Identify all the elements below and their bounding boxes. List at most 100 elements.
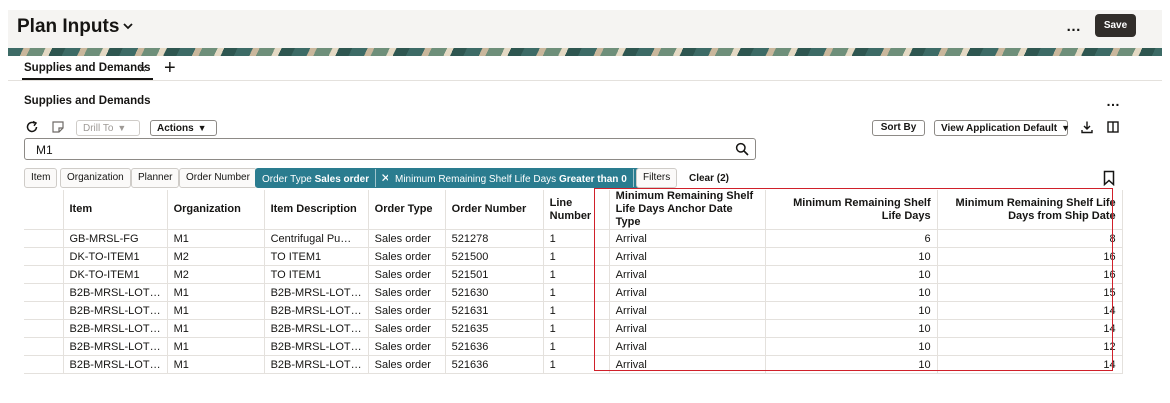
table-row[interactable]: DK-TO-ITEM1 M2 TO ITEM1 Sales order 521500 1 A… xyxy=(24,247,1123,266)
tab-divider xyxy=(8,80,1162,81)
filter-chip-order-type[interactable]: Order Type Sales order ✕ xyxy=(255,168,397,188)
table-cell: 521278 xyxy=(445,229,544,248)
table-cell: Sales order xyxy=(368,319,446,338)
row-selector[interactable] xyxy=(24,265,64,284)
clear-filters-link[interactable]: Clear (2) xyxy=(689,173,729,184)
filter-chip-label: Order Type xyxy=(262,174,312,185)
table-row[interactable]: DK-TO-ITEM1 M2 TO ITEM1 Sales order 521501 1 A… xyxy=(24,265,1123,284)
chevron-down-icon: ▼ xyxy=(197,123,207,133)
column-header[interactable]: Order Number xyxy=(445,190,544,230)
table-cell: B2B-MRSL-LOT… xyxy=(264,337,369,356)
save-button[interactable]: Save xyxy=(1095,14,1136,37)
table-cell: 521500 xyxy=(445,247,544,266)
filter-chip-planner[interactable]: Planner xyxy=(131,168,180,188)
sort-by-button[interactable]: Sort By xyxy=(872,120,925,136)
row-selector[interactable] xyxy=(24,247,64,266)
table-cell: Arrival xyxy=(609,265,766,284)
table-cell: 521630 xyxy=(445,283,544,302)
table-cell: GB-MRSL-FG xyxy=(63,229,168,248)
filter-chip-item[interactable]: Item xyxy=(24,168,58,188)
decorative-banner xyxy=(8,48,1162,56)
drill-to-button[interactable]: Drill To ▼ xyxy=(76,120,140,136)
table-cell: 521635 xyxy=(445,319,544,338)
table-cell: Arrival xyxy=(609,319,766,338)
table-row[interactable]: B2B-MRSL-LOT… M1 B2B-MRSL-LOT… Sales order 5… xyxy=(24,355,1123,374)
table-cell: 15 xyxy=(937,283,1123,302)
table-cell: 1 xyxy=(543,283,610,302)
table-cell: 1 xyxy=(543,301,610,320)
table-cell: M1 xyxy=(167,355,265,374)
table-row[interactable]: B2B-MRSL-LOT… M1 B2B-MRSL-LOT… Sales order 5… xyxy=(24,337,1123,356)
column-header[interactable]: Organization xyxy=(167,190,265,230)
note-icon[interactable] xyxy=(51,120,65,134)
table-cell: 10 xyxy=(765,283,938,302)
filter-chip-order-number[interactable]: Order Number xyxy=(179,168,257,188)
page-title: Plan Inputs xyxy=(17,16,120,37)
row-selector[interactable] xyxy=(24,301,64,320)
row-selector[interactable] xyxy=(24,229,64,248)
view-select[interactable]: View Application Default ▼ xyxy=(934,120,1070,136)
filter-chip-value: Greater than 0 xyxy=(558,174,627,185)
column-header[interactable]: Minimum Remaining Shelf Life Days from S… xyxy=(937,190,1123,230)
column-header[interactable]: Item Description xyxy=(264,190,369,230)
filter-chip-organization[interactable]: Organization xyxy=(60,168,131,188)
more-actions-icon[interactable]: … xyxy=(1066,18,1082,35)
view-label: View Application Default xyxy=(941,123,1058,134)
table-cell: B2B-MRSL-LOT… xyxy=(63,319,168,338)
actions-button[interactable]: Actions ▼ xyxy=(150,120,217,136)
table-cell: 1 xyxy=(543,337,610,356)
table-cell: Arrival xyxy=(609,247,766,266)
table-cell: 1 xyxy=(543,355,610,374)
tab-supplies-and-demands[interactable]: Supplies and Demands xyxy=(24,62,151,74)
filter-chip-min-remaining-shelf-life[interactable]: Minimum Remaining Shelf Life Days Greate… xyxy=(388,168,654,188)
table-cell: B2B-MRSL-LOT… xyxy=(63,301,168,320)
row-selector[interactable] xyxy=(24,337,64,356)
bookmark-icon[interactable] xyxy=(1102,170,1116,186)
filter-chip-label: Minimum Remaining Shelf Life Days xyxy=(395,174,557,185)
table-cell: Sales order xyxy=(368,229,446,248)
section-more-icon[interactable]: … xyxy=(1106,93,1121,109)
chevron-down-icon[interactable] xyxy=(121,19,135,33)
table-cell: 10 xyxy=(765,265,938,284)
table-row[interactable]: GB-MRSL-FG M1 Centrifugal Pu… Sales order 52… xyxy=(24,229,1123,248)
add-tab-icon[interactable]: + xyxy=(164,57,176,80)
chevron-down-icon: ▼ xyxy=(117,123,127,133)
table-cell: 10 xyxy=(765,247,938,266)
search-input[interactable]: M1 xyxy=(24,138,756,160)
table-cell: 1 xyxy=(543,265,610,284)
table-cell: 521636 xyxy=(445,355,544,374)
actions-label: Actions xyxy=(157,123,194,134)
table-cell: 16 xyxy=(937,247,1123,266)
table-cell: 6 xyxy=(765,229,938,248)
table-row[interactable]: B2B-MRSL-LOT… M1 B2B-MRSL-LOT… Sales order 5… xyxy=(24,301,1123,320)
column-header[interactable]: Minimum Remaining Shelf Life Days xyxy=(765,190,938,230)
row-selector[interactable] xyxy=(24,355,64,374)
column-header[interactable]: Item xyxy=(63,190,168,230)
table-header-row: Item Organization Item Description Order… xyxy=(24,190,1123,230)
column-header[interactable]: Order Type xyxy=(368,190,446,230)
row-selector[interactable] xyxy=(24,283,64,302)
row-selector[interactable] xyxy=(24,319,64,338)
table-cell: M1 xyxy=(167,319,265,338)
table-cell: 521501 xyxy=(445,265,544,284)
filters-button[interactable]: Filters xyxy=(636,168,678,188)
close-tab-icon[interactable]: × xyxy=(139,62,146,76)
table-cell: TO ITEM1 xyxy=(264,265,369,284)
filter-chip-value: Sales order xyxy=(314,174,370,185)
table-row[interactable]: B2B-MRSL-LOT… M1 B2B-MRSL-LOT… Sales order 5… xyxy=(24,319,1123,338)
column-header[interactable]: Line Number xyxy=(543,190,610,230)
search-value: M1 xyxy=(36,143,53,157)
refresh-icon[interactable] xyxy=(25,120,39,134)
search-icon[interactable] xyxy=(735,142,749,156)
table-cell: M1 xyxy=(167,301,265,320)
table-cell: DK-TO-ITEM1 xyxy=(63,265,168,284)
table-cell: DK-TO-ITEM1 xyxy=(63,247,168,266)
table-cell: 10 xyxy=(765,319,938,338)
table-cell: 1 xyxy=(543,229,610,248)
column-header[interactable]: Minimum Remaining Shelf Life Days Anchor… xyxy=(609,190,766,230)
table-row[interactable]: B2B-MRSL-LOT… M1 B2B-MRSL-LOT… Sales order 5… xyxy=(24,283,1123,302)
download-icon[interactable] xyxy=(1080,120,1094,134)
columns-icon[interactable] xyxy=(1106,120,1120,134)
table-cell: B2B-MRSL-LOT… xyxy=(264,301,369,320)
table-cell: M1 xyxy=(167,229,265,248)
